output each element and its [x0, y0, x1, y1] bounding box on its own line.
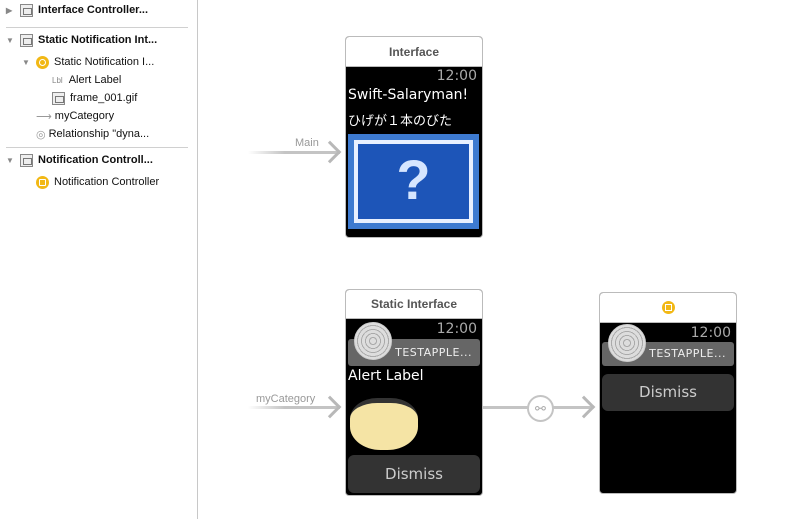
salaryman-image: [350, 398, 418, 450]
arrow-head-icon: [318, 140, 342, 164]
outline-notification-controller-scene[interactable]: ▼ Notification Controll...: [6, 151, 153, 169]
image-icon: [52, 91, 65, 105]
outline-label: Interface Controller...: [38, 4, 149, 16]
scene-icon: [20, 3, 33, 17]
outline-interface-controller-scene[interactable]: ▶ Interface Controller...: [6, 1, 148, 19]
outline-label: myCategory: [54, 110, 115, 122]
disclosure-collapsed-icon[interactable]: ▶: [6, 6, 16, 15]
relationship-icon[interactable]: ⚯: [527, 395, 554, 422]
segue-arrow-icon: ⟶: [36, 110, 52, 123]
alert-label: Alert Label: [348, 368, 424, 384]
time-label: 12:00: [690, 325, 731, 341]
app-icon: [354, 322, 392, 360]
dismiss-button[interactable]: Dismiss: [348, 455, 480, 493]
main-entry-label: Main: [295, 137, 319, 149]
outline-label: Static Notification Int...: [38, 34, 158, 46]
disclosure-expanded-icon[interactable]: ▼: [6, 156, 16, 165]
disclosure-expanded-icon[interactable]: ▼: [22, 58, 32, 67]
title-label: Swift-Salaryman!: [348, 87, 469, 103]
outline-label: Relationship "dyna...: [48, 128, 150, 140]
disclosure-expanded-icon[interactable]: ▼: [6, 36, 16, 45]
static-interface-scene[interactable]: Static Interface 12:00 TESTAPPLE... Aler…: [345, 289, 483, 496]
outline-label: Static Notification I...: [54, 56, 155, 68]
outline-label: Alert Label: [68, 74, 122, 86]
outline-relationship[interactable]: ◎ Relationship "dyna...: [36, 125, 149, 143]
arrow-head-icon: [318, 395, 342, 419]
document-outline: ▶ Interface Controller... ▼ Static Notific…: [0, 0, 198, 519]
relationship-icon: ◎: [36, 128, 46, 141]
dismiss-button[interactable]: Dismiss: [602, 374, 734, 411]
category-entry-label: myCategory: [256, 393, 316, 405]
scene-title: Interface: [346, 37, 482, 67]
divider: [6, 147, 188, 148]
notification-controller-icon: [662, 301, 675, 314]
outline-image[interactable]: frame_001.gif: [52, 89, 137, 107]
subtitle-label: ひげが１本のびた: [348, 114, 453, 129]
arrow-head-icon: [572, 395, 596, 419]
time-label: 12:00: [436, 321, 477, 337]
scene-icon: [20, 33, 33, 47]
outline-label: Notification Controll...: [38, 154, 153, 166]
question-mark-image: ?: [348, 134, 479, 229]
notification-controller-icon: [36, 55, 49, 69]
outline-label: Notification Controller: [54, 176, 160, 188]
outline-label: frame_001.gif: [70, 92, 138, 104]
scene-header: [600, 293, 736, 323]
outline-alert-label[interactable]: Lbl Alert Label: [52, 71, 121, 89]
divider: [6, 27, 188, 28]
label-icon: Lbl: [52, 75, 63, 85]
app-icon: [608, 324, 646, 362]
time-label: 12:00: [436, 68, 477, 84]
outline-static-notification-scene[interactable]: ▼ Static Notification Int...: [6, 31, 157, 49]
notification-controller-icon: [36, 175, 49, 189]
interface-scene[interactable]: Interface 12:00 Swift-Salaryman! ひげが１本のび…: [345, 36, 483, 238]
outline-notification-controller[interactable]: Notification Controller: [36, 173, 159, 191]
scene-title: Static Interface: [346, 290, 482, 319]
outline-static-notification-controller[interactable]: ▼ Static Notification I...: [22, 53, 154, 71]
notification-controller-scene[interactable]: 12:00 TESTAPPLE... Dismiss: [599, 292, 737, 494]
scene-icon: [20, 153, 33, 167]
question-mark-icon: ?: [354, 140, 473, 223]
outline-segue-mycategory[interactable]: ⟶ myCategory: [36, 107, 114, 125]
